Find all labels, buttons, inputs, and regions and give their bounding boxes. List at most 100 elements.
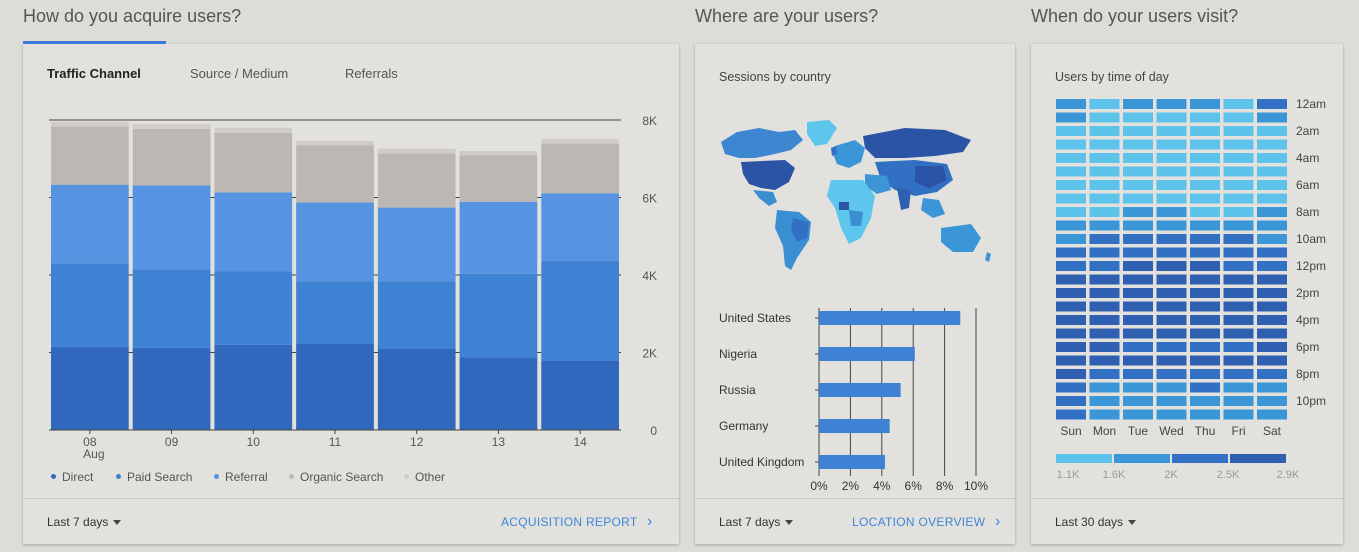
heatmap-cell[interactable] [1190,396,1220,406]
heatmap-cell[interactable] [1056,382,1086,393]
bar-segment-paid-search[interactable] [132,269,211,348]
heatmap-cell[interactable] [1123,409,1153,420]
heatmap-cell[interactable] [1156,166,1187,177]
heatmap-cell[interactable] [1156,247,1187,258]
country-bar[interactable] [819,383,901,397]
heatmap-cell[interactable] [1056,139,1086,150]
heatmap-cell[interactable] [1257,274,1287,285]
tab-referrals[interactable]: Referrals [345,66,398,81]
heatmap-cell[interactable] [1257,409,1287,420]
country-bar[interactable] [819,311,961,325]
bar-segment-direct[interactable] [214,344,293,430]
heatmap-cell[interactable] [1056,409,1086,420]
heatmap-cell[interactable] [1257,180,1287,190]
heatmap-cell[interactable] [1156,126,1187,136]
bar-segment-referral[interactable] [459,201,538,274]
heatmap-cell[interactable] [1190,261,1220,271]
heatmap-cell[interactable] [1056,342,1086,352]
heatmap-cell[interactable] [1257,328,1287,339]
heatmap-cell[interactable] [1190,99,1220,109]
heatmap-cell[interactable] [1223,355,1254,366]
heatmap-cell[interactable] [1123,139,1153,150]
heatmap-cell[interactable] [1156,99,1187,109]
heatmap-cell[interactable] [1089,220,1120,231]
heatmap-cell[interactable] [1056,126,1086,136]
heatmap-cell[interactable] [1123,301,1153,312]
heatmap-cell[interactable] [1156,369,1187,379]
bar-segment-direct[interactable] [51,346,129,430]
bar-segment-referral[interactable] [541,193,619,262]
heatmap-cell[interactable] [1089,261,1120,271]
bar-segment-organic-search[interactable] [214,132,293,193]
heatmap-cell[interactable] [1089,99,1120,109]
heatmap-cell[interactable] [1123,99,1153,109]
heatmap-cell[interactable] [1156,207,1187,217]
date-range-dropdown[interactable]: Last 30 days [1055,515,1137,529]
heatmap-cell[interactable] [1156,261,1187,271]
heatmap-cell[interactable] [1257,139,1287,150]
heatmap-cell[interactable] [1089,166,1120,177]
bar-segment-referral[interactable] [132,185,211,270]
heatmap-cell[interactable] [1190,315,1220,325]
heatmap-cell[interactable] [1257,112,1287,123]
heatmap-cell[interactable] [1089,139,1120,150]
bar-segment-other[interactable] [296,140,374,146]
heatmap-cell[interactable] [1056,166,1086,177]
heatmap-cell[interactable] [1089,207,1120,217]
bar-segment-referral[interactable] [214,192,293,272]
bar-segment-paid-search[interactable] [296,281,374,344]
heatmap-cell[interactable] [1190,409,1220,420]
heatmap-cell[interactable] [1223,207,1254,217]
heatmap-cell[interactable] [1056,207,1086,217]
heatmap-cell[interactable] [1056,355,1086,366]
bar-segment-organic-search[interactable] [541,143,619,194]
heatmap-cell[interactable] [1223,274,1254,285]
country-bar[interactable] [819,455,885,469]
heatmap-cell[interactable] [1223,369,1254,379]
heatmap-cell[interactable] [1156,112,1187,123]
heatmap-cell[interactable] [1089,193,1120,204]
bar-segment-other[interactable] [541,138,619,144]
heatmap-cell[interactable] [1156,220,1187,231]
heatmap-cell[interactable] [1056,99,1086,109]
heatmap-cell[interactable] [1257,247,1287,258]
heatmap-cell[interactable] [1223,301,1254,312]
heatmap-cell[interactable] [1056,180,1086,190]
bar-segment-other[interactable] [51,121,129,127]
heatmap-cell[interactable] [1123,261,1153,271]
heatmap-cell[interactable] [1089,288,1120,298]
heatmap-cell[interactable] [1223,193,1254,204]
heatmap-cell[interactable] [1056,396,1086,406]
heatmap-cell[interactable] [1223,396,1254,406]
heatmap-cell[interactable] [1223,166,1254,177]
heatmap-cell[interactable] [1056,220,1086,231]
heatmap-cell[interactable] [1089,153,1120,163]
heatmap-cell[interactable] [1223,112,1254,123]
heatmap-cell[interactable] [1123,234,1153,244]
heatmap-cell[interactable] [1156,409,1187,420]
legend-direct[interactable]: Direct [51,470,93,484]
heatmap-cell[interactable] [1190,355,1220,366]
heatmap-cell[interactable] [1190,220,1220,231]
heatmap-cell[interactable] [1223,247,1254,258]
heatmap-cell[interactable] [1223,180,1254,190]
heatmap-cell[interactable] [1056,234,1086,244]
heatmap-cell[interactable] [1089,355,1120,366]
heatmap-cell[interactable] [1223,261,1254,271]
bar-segment-organic-search[interactable] [51,126,129,185]
heatmap-cell[interactable] [1257,220,1287,231]
bar-segment-direct[interactable] [132,347,211,430]
heatmap-cell[interactable] [1190,126,1220,136]
heatmap-cell[interactable] [1156,396,1187,406]
bar-segment-other[interactable] [377,148,456,154]
heatmap-cell[interactable] [1056,301,1086,312]
tab-traffic-channel[interactable]: Traffic Channel [47,66,141,81]
heatmap-cell[interactable] [1123,369,1153,379]
bar-segment-other[interactable] [132,124,211,129]
heatmap-cell[interactable] [1089,247,1120,258]
heatmap-cell[interactable] [1056,193,1086,204]
heatmap-cell[interactable] [1156,328,1187,339]
heatmap-cell[interactable] [1156,234,1187,244]
date-range-dropdown[interactable]: Last 7 days [47,515,122,529]
heatmap-cell[interactable] [1123,112,1153,123]
